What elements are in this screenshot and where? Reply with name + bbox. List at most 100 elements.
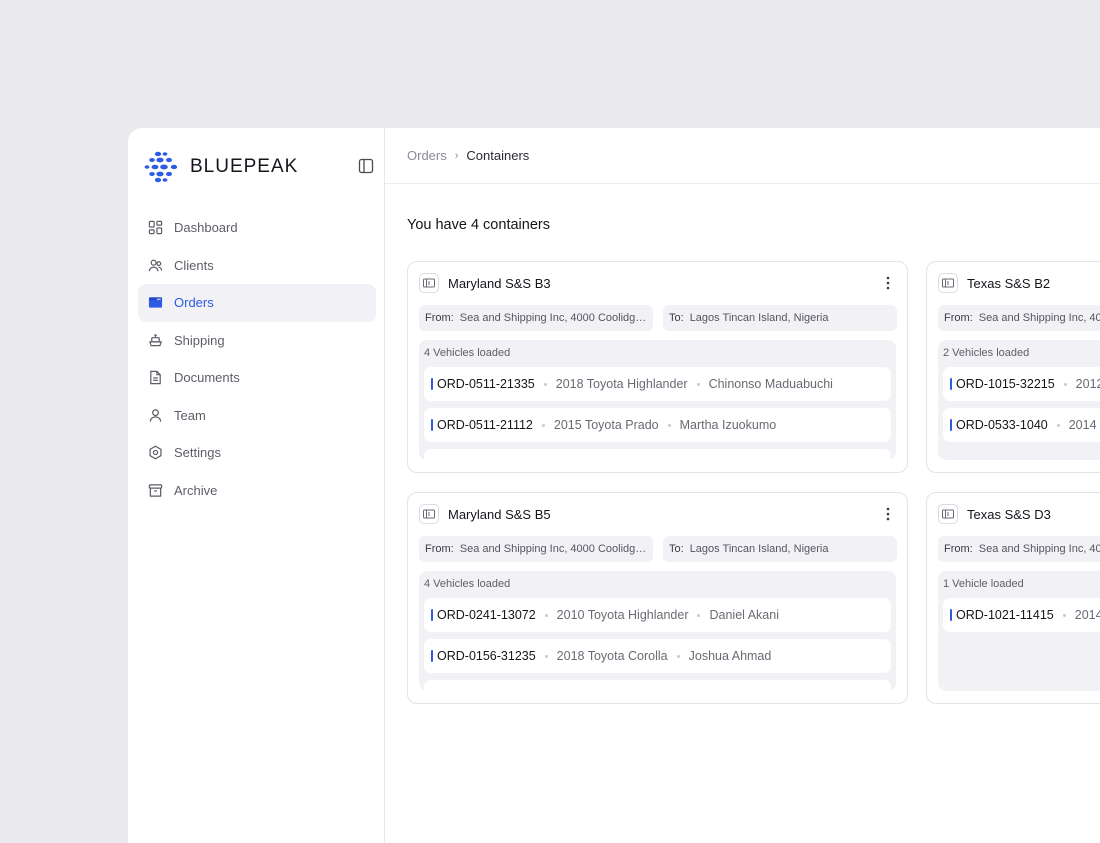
- route-from-label: From:: [944, 312, 973, 324]
- sidebar-toggle-icon[interactable]: [358, 158, 374, 174]
- sidebar-item-clients[interactable]: Clients: [138, 247, 376, 285]
- sidebar-item-team[interactable]: Team: [138, 397, 376, 435]
- vehicle-row[interactable]: ORD-0511-21112 2015 Toyota Prado Martha …: [424, 408, 891, 442]
- more-options-icon[interactable]: [880, 275, 896, 291]
- breadcrumb-current: Containers: [466, 148, 530, 163]
- user-icon: [149, 409, 162, 422]
- vehicle-row-partial[interactable]: [424, 449, 891, 460]
- vehicle-row[interactable]: ORD-0511-21335 2018 Toyota Highlander Ch…: [424, 367, 891, 401]
- card-header: Texas S&S D3: [938, 504, 1100, 524]
- vehicle-row[interactable]: ORD-0533-1040 2014: [943, 408, 1100, 442]
- sidebar-item-label: Clients: [174, 257, 214, 273]
- container-name: Texas S&S B2: [967, 275, 1051, 291]
- users-icon: [148, 259, 163, 271]
- container-name: Texas S&S D3: [967, 506, 1051, 522]
- breadcrumb-separator: ›: [454, 149, 459, 162]
- sidebar-item-label: Dashboard: [174, 220, 238, 236]
- orders-icon: [148, 297, 163, 308]
- vehicle-model: 2014: [1068, 418, 1097, 432]
- container-icon: [419, 273, 439, 293]
- vehicles-list: 4 Vehicles loaded ORD-0241-13072 2010 To…: [419, 571, 896, 691]
- container-card[interactable]: Maryland S&S B5 From: Sea and Shipping I…: [407, 492, 908, 704]
- vehicle-row-partial[interactable]: [424, 680, 891, 691]
- separator-dot: [543, 382, 547, 386]
- sidebar-item-shipping[interactable]: Shipping: [138, 322, 376, 360]
- route-to: To: Lagos Tincan Island, Nigeria: [663, 536, 897, 562]
- app-window: BLUEPEAK Dashboard Clients Orders Shippi…: [128, 128, 1100, 843]
- route-to-label: To:: [669, 543, 684, 555]
- sidebar-item-label: Shipping: [174, 332, 225, 348]
- route-to-value: Lagos Tincan Island, Nigeria: [689, 312, 829, 324]
- vehicles-list: 1 Vehicle loaded ORD-1021-11415 2014: [938, 571, 1100, 691]
- route-from-value: Sea and Shipping Inc, 4000 Coolidge Ave: [459, 543, 647, 555]
- sidebar-item-settings[interactable]: Settings: [138, 434, 376, 472]
- vehicle-row[interactable]: ORD-1015-32215 2012: [943, 367, 1100, 401]
- container-card[interactable]: Maryland S&S B3 From: Sea and Shipping I…: [407, 261, 908, 473]
- vehicle-row-marker: [950, 378, 952, 390]
- sidebar-item-label: Team: [174, 407, 206, 423]
- document-icon: [150, 371, 161, 385]
- vehicle-model: 2018 Toyota Highlander: [555, 377, 688, 391]
- vehicle-model: 2018 Toyota Corolla: [556, 649, 668, 663]
- sidebar-item-dashboard[interactable]: Dashboard: [138, 209, 376, 247]
- sidebar-item-label: Settings: [174, 445, 221, 461]
- container-name: Maryland S&S B5: [448, 506, 551, 522]
- sidebar-item-label: Archive: [174, 482, 218, 498]
- vehicles-loaded-count: 1 Vehicle loaded: [943, 578, 1024, 590]
- sidebar-item-label: Documents: [174, 370, 240, 386]
- separator-dot: [697, 613, 701, 617]
- route-from: From: Sea and Shipping Inc, 4000 Coolidg…: [938, 305, 1100, 331]
- client-name: Daniel Akani: [709, 608, 779, 622]
- route-from-label: From:: [425, 543, 454, 555]
- ship-icon: [149, 334, 162, 347]
- vehicles-loaded-count: 2 Vehicles loaded: [943, 347, 1030, 359]
- route-from-value: Sea and Shipping Inc, 4000 Coolidge Ave: [459, 312, 647, 324]
- vehicle-row-marker: [431, 419, 433, 431]
- separator-dot: [544, 613, 548, 617]
- separator-dot: [1056, 423, 1060, 427]
- breadcrumb-orders-link[interactable]: Orders: [407, 148, 447, 163]
- route-to-value: Lagos Tincan Island, Nigeria: [689, 543, 829, 555]
- vehicle-row[interactable]: ORD-0241-13072 2010 Toyota Highlander Da…: [424, 598, 891, 632]
- sidebar-nav: Dashboard Clients Orders Shipping Docume…: [138, 209, 376, 509]
- container-icon: [938, 504, 958, 524]
- vehicle-model: 2010 Toyota Highlander: [556, 608, 689, 622]
- vehicle-model: 2015 Toyota Prado: [553, 418, 659, 432]
- page-title: You have 4 containers: [407, 217, 550, 233]
- separator-dot: [667, 423, 671, 427]
- vehicles-loaded-count: 4 Vehicles loaded: [424, 347, 511, 359]
- client-name: Martha Izuokumo: [679, 418, 777, 432]
- container-card[interactable]: Texas S&S B2 From: Sea and Shipping Inc,…: [926, 261, 1100, 473]
- sidebar-item-orders[interactable]: Orders: [138, 284, 376, 322]
- sidebar: BLUEPEAK Dashboard Clients Orders Shippi…: [128, 128, 385, 843]
- sidebar-item-archive[interactable]: Archive: [138, 472, 376, 510]
- vehicle-row-marker: [431, 378, 433, 390]
- route-from-label: From:: [425, 312, 454, 324]
- separator-dot: [696, 382, 700, 386]
- more-options-icon[interactable]: [880, 506, 896, 522]
- separator-dot: [544, 654, 548, 658]
- order-id: ORD-0511-21335: [437, 377, 535, 391]
- brand-name: BLUEPEAK: [190, 156, 299, 177]
- vehicle-row[interactable]: ORD-1021-11415 2014: [943, 598, 1100, 632]
- container-name: Maryland S&S B3: [448, 275, 551, 291]
- route-from: From: Sea and Shipping Inc, 4000 Coolidg…: [938, 536, 1100, 562]
- vehicle-row[interactable]: ORD-0156-31235 2018 Toyota Corolla Joshu…: [424, 639, 891, 673]
- order-id: ORD-0511-21112: [437, 418, 533, 432]
- order-id: ORD-1015-32215: [956, 377, 1055, 391]
- container-card[interactable]: Texas S&S D3 From: Sea and Shipping Inc,…: [926, 492, 1100, 704]
- route-from-label: From:: [944, 543, 973, 555]
- separator-dot: [541, 423, 545, 427]
- vehicles-list: 4 Vehicles loaded ORD-0511-21335 2018 To…: [419, 340, 896, 460]
- sidebar-item-documents[interactable]: Documents: [138, 359, 376, 397]
- card-header: Texas S&S B2: [938, 273, 1100, 293]
- breadcrumb: Orders › Containers: [385, 128, 1100, 184]
- route-to-label: To:: [669, 312, 684, 324]
- container-icon: [938, 273, 958, 293]
- brand[interactable]: BLUEPEAK: [144, 151, 298, 183]
- route-from-value: Sea and Shipping Inc, 4000 Coolidge Ave: [978, 312, 1100, 324]
- container-icon: [419, 504, 439, 524]
- route-from: From: Sea and Shipping Inc, 4000 Coolidg…: [419, 536, 653, 562]
- client-name: Chinonso Maduabuchi: [708, 377, 833, 391]
- separator-dot: [1062, 613, 1066, 617]
